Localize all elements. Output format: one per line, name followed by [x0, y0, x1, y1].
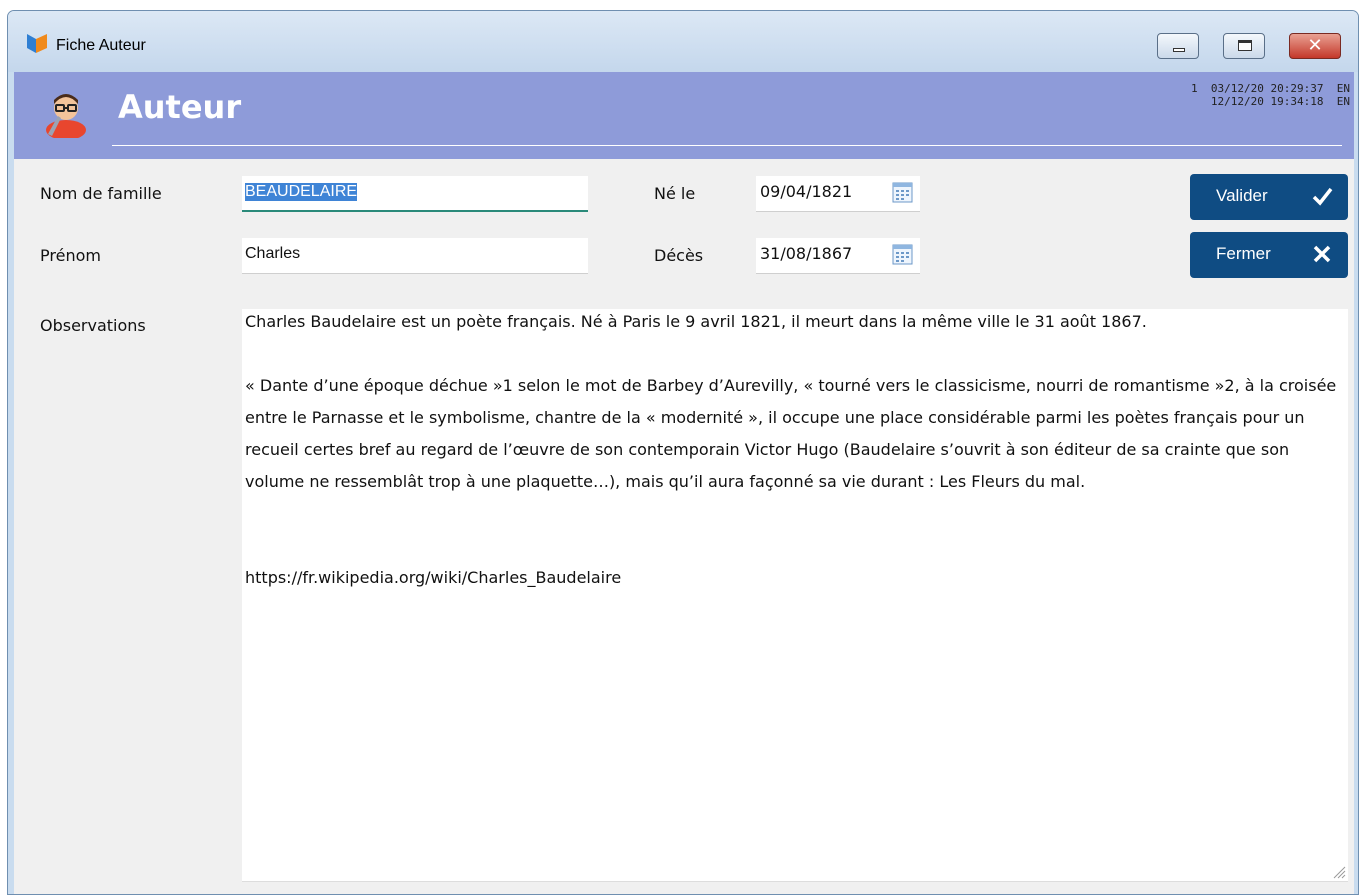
fermer-label: Fermer [1216, 244, 1271, 263]
app-logo-icon [27, 34, 47, 53]
form-client-area: Auteur 1 03/12/20 20:29:37 EN 12/12/20 19… [14, 72, 1354, 894]
nom-value: BEAUDELAIRE [245, 183, 358, 201]
title-bar[interactable]: Fiche Auteur ✕ [8, 11, 1358, 72]
observations-paragraph-1: Charles Baudelaire est un poète français… [245, 312, 1147, 331]
close-window-button[interactable]: ✕ [1289, 33, 1341, 59]
nom-input[interactable]: BEAUDELAIRE [242, 176, 588, 212]
calendar-icon[interactable] [892, 243, 914, 265]
meta-line-created: 1 03/12/20 20:29:37 EN [1191, 82, 1350, 95]
maximize-button[interactable] [1223, 33, 1265, 59]
valider-button[interactable]: Valider [1190, 174, 1348, 220]
observations-link: https://fr.wikipedia.org/wiki/Charles_Ba… [245, 568, 622, 587]
death-date-value: 31/08/1867 [760, 244, 853, 263]
birth-date-value: 09/04/1821 [760, 182, 853, 201]
ne-label: Né le [654, 184, 696, 203]
prenom-label: Prénom [40, 246, 101, 265]
header-banner: Auteur 1 03/12/20 20:29:37 EN 12/12/20 19… [14, 72, 1354, 159]
window: Fiche Auteur ✕ Auteur 1 03/12/20 20:29:3… [7, 10, 1359, 895]
check-icon [1312, 187, 1333, 206]
minimize-button[interactable] [1157, 33, 1199, 59]
death-date-input[interactable]: 31/08/1867 [756, 238, 920, 274]
deces-label: Décès [654, 246, 704, 265]
title-underline [112, 145, 1342, 146]
close-icon [1313, 245, 1331, 263]
window-title: Fiche Auteur [56, 37, 146, 54]
calendar-icon[interactable] [892, 181, 914, 203]
record-metadata: 1 03/12/20 20:29:37 EN 12/12/20 19:34:18 … [1191, 82, 1350, 108]
nom-label: Nom de famille [40, 184, 162, 203]
resize-grip-icon[interactable] [1330, 863, 1346, 879]
prenom-value: Charles [245, 245, 301, 262]
page-title: Auteur [118, 88, 242, 126]
birth-date-input[interactable]: 09/04/1821 [756, 176, 920, 212]
fermer-button[interactable]: Fermer [1190, 232, 1348, 278]
observations-label: Observations [40, 316, 146, 335]
observations-paragraph-2: « Dante d’une époque déchue »1 selon le … [245, 376, 1337, 491]
close-icon: ✕ [1307, 35, 1323, 56]
valider-label: Valider [1216, 186, 1268, 205]
observations-textarea[interactable]: Charles Baudelaire est un poète français… [242, 309, 1348, 882]
meta-line-modified: 12/12/20 19:34:18 EN [1210, 95, 1350, 108]
prenom-input[interactable]: Charles [242, 238, 588, 274]
author-avatar-icon [46, 94, 86, 138]
